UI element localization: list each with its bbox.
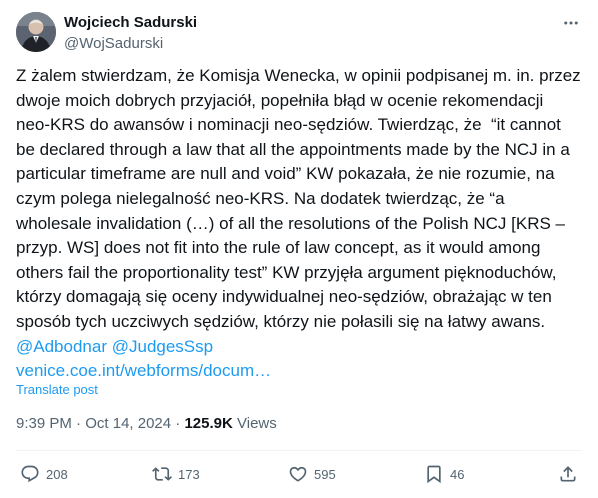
views-label: Views	[237, 415, 277, 432]
bookmark-button[interactable]: 46	[424, 460, 464, 488]
like-button[interactable]: 595	[288, 460, 336, 488]
post-date[interactable]: Oct 14, 2024	[85, 415, 171, 432]
heart-icon	[289, 466, 307, 482]
bookmark-icon	[427, 465, 441, 484]
reply-count: 208	[46, 466, 68, 482]
post-text: Z żalem stwierdzam, że Komisja Wenecka, …	[16, 64, 582, 384]
post-body: Z żalem stwierdzam, że Komisja Wenecka, …	[16, 66, 586, 331]
like-count: 595	[314, 466, 336, 482]
mention-judgesssp[interactable]: @JudgesSsp	[112, 337, 213, 356]
reply-icon	[21, 465, 39, 483]
avatar-image	[16, 12, 56, 52]
meta-separator: ·	[76, 415, 82, 432]
tweet-card: Wojciech Sadurski @WojSadurski Z żalem s…	[0, 0, 598, 498]
share-icon	[560, 466, 576, 482]
divider	[16, 450, 582, 451]
post-time[interactable]: 9:39 PM	[16, 415, 72, 432]
views-count: 125.9K	[184, 415, 233, 432]
repost-button[interactable]: 173	[152, 460, 200, 488]
action-bar: 208 173 595 46	[16, 460, 582, 488]
share-button[interactable]	[558, 460, 578, 488]
author-names: Wojciech Sadurski @WojSadurski	[64, 13, 197, 54]
author-handle[interactable]: @WojSadurski	[64, 34, 197, 54]
author-name[interactable]: Wojciech Sadurski	[64, 13, 197, 33]
translate-post-link[interactable]: Translate post	[16, 382, 98, 397]
avatar[interactable]	[16, 12, 56, 52]
repost-count: 173	[178, 466, 200, 482]
mention-adbodnar[interactable]: @Adbodnar	[16, 337, 107, 356]
repost-icon	[152, 467, 172, 481]
bookmark-count: 46	[450, 466, 465, 482]
tweet-header: Wojciech Sadurski @WojSadurski	[16, 12, 582, 56]
reply-button[interactable]: 208	[20, 460, 68, 488]
post-meta: 9:39 PM · Oct 14, 2024 · 125.9K Views	[16, 414, 277, 434]
more-options-icon[interactable]	[560, 12, 582, 34]
post-link[interactable]: venice.coe.int/webforms/docum…	[16, 361, 271, 380]
meta-separator: ·	[175, 415, 181, 432]
